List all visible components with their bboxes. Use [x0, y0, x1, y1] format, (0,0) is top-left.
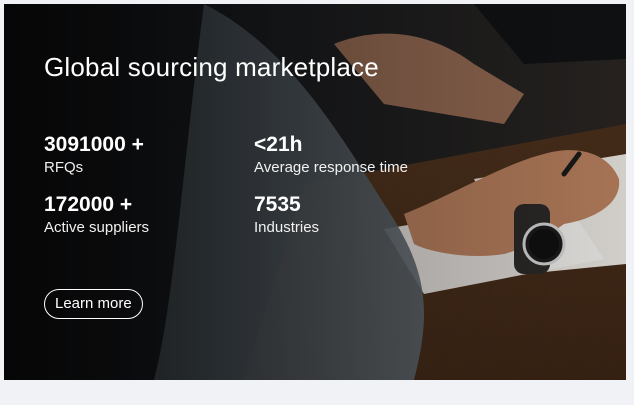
stat-label: Active suppliers	[44, 219, 150, 236]
stat-rfqs: 3091000 + RFQs	[44, 132, 254, 178]
learn-more-button[interactable]: Learn more	[44, 289, 143, 319]
stat-value: <21h	[254, 133, 303, 156]
stat-value: 7535	[254, 193, 301, 216]
hero-content: Global sourcing marketplace 3091000 + RF…	[44, 52, 626, 380]
stat-value: 3091000 +	[44, 133, 144, 156]
stat-suppliers: 172000 + Active suppliers	[44, 192, 254, 238]
hero-title: Global sourcing marketplace	[44, 52, 379, 82]
hero-card: Global sourcing marketplace 3091000 + RF…	[4, 4, 626, 380]
stat-label: Average response time	[254, 159, 408, 176]
stat-label: Industries	[254, 219, 320, 236]
stat-label: RFQs	[44, 159, 84, 176]
stats-grid: 3091000 + RFQs <21h Average response tim…	[44, 132, 464, 238]
stat-industries: 7535 Industries	[254, 192, 464, 238]
stat-value: 172000 +	[44, 193, 133, 216]
stat-response-time: <21h Average response time	[254, 132, 464, 178]
